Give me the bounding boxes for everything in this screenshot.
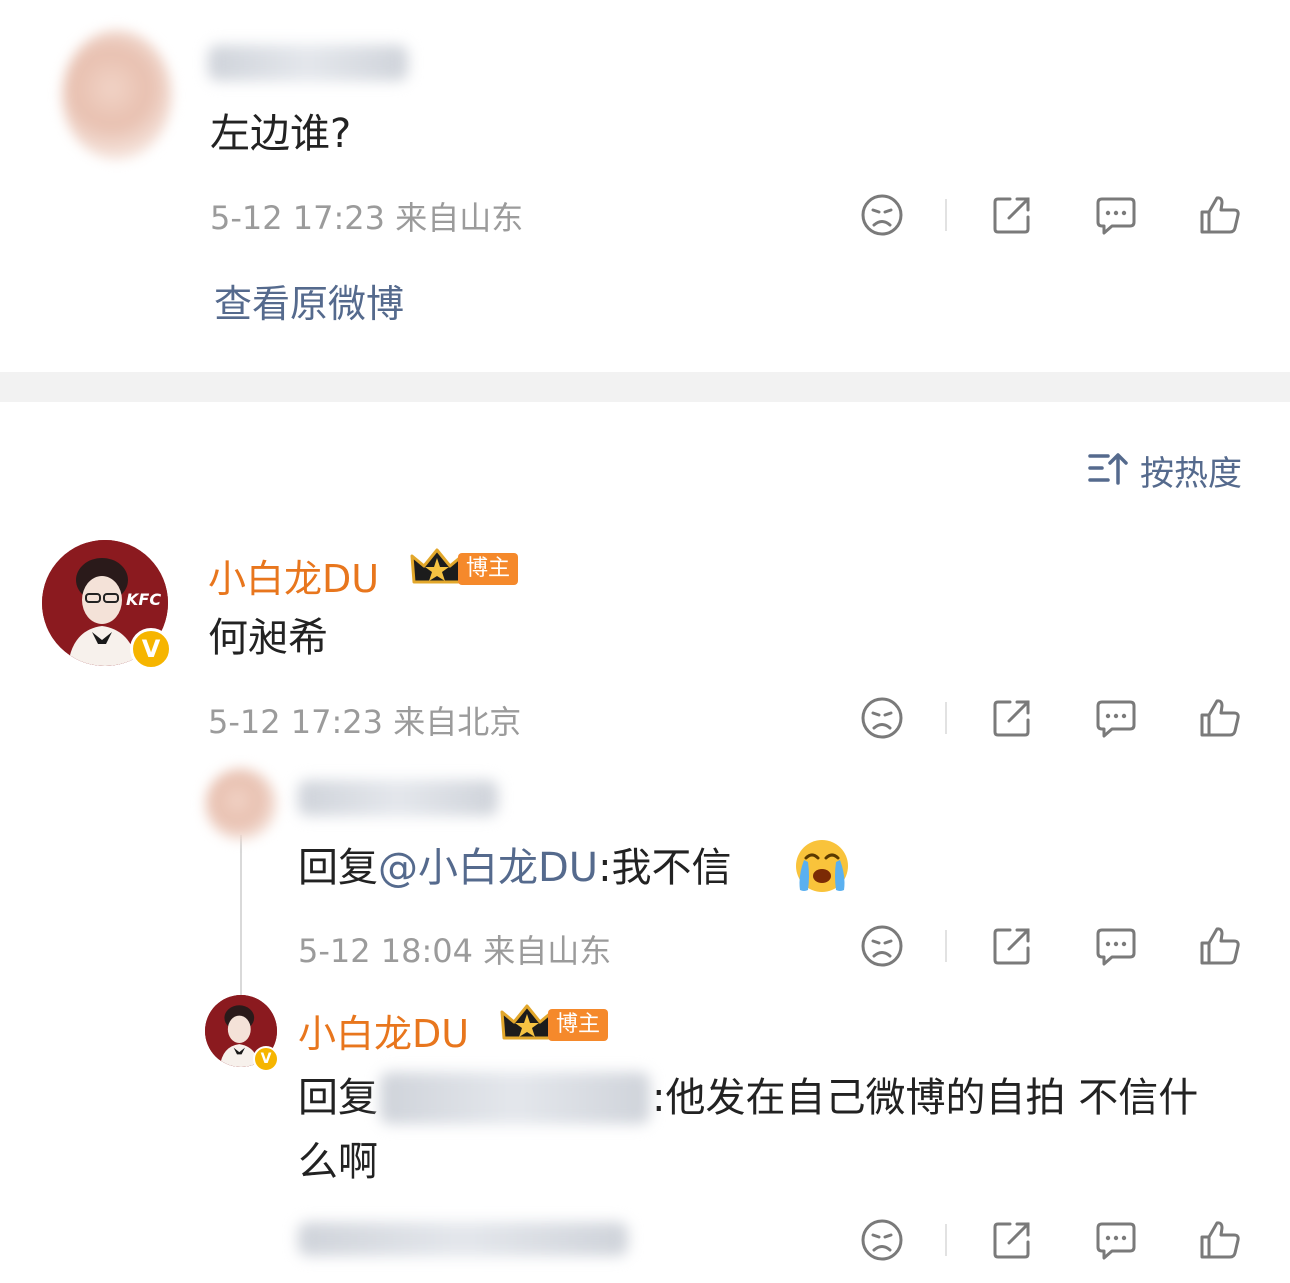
share-icon[interactable] — [990, 193, 1034, 237]
comment2-text: 何昶希 — [208, 615, 328, 661]
like-icon[interactable] — [1198, 924, 1242, 968]
reply2-prefix: 回复 — [298, 1075, 378, 1121]
comment2-meta: 5-12 17:23 来自北京 — [208, 703, 522, 741]
sad-face-icon[interactable] — [860, 924, 904, 968]
view-original-link[interactable]: 查看原微博 — [214, 273, 404, 328]
crown-icon — [410, 546, 464, 588]
reply1-username[interactable] — [298, 780, 498, 816]
like-icon[interactable] — [1198, 193, 1242, 237]
reply2-text-line2: 么啊 — [298, 1139, 378, 1185]
comment2-username[interactable]: 小白龙DU — [208, 548, 379, 603]
mention-link[interactable]: @小白龙DU — [378, 845, 598, 891]
section-separator — [0, 372, 1290, 402]
reply1-content: :我不信 — [598, 845, 732, 891]
comment-icon[interactable] — [1094, 924, 1138, 968]
like-icon[interactable] — [1198, 696, 1242, 740]
comment-icon[interactable] — [1094, 1218, 1138, 1262]
reply1-text: 回复@小白龙DU:我不信 — [298, 844, 732, 892]
action-divider — [945, 1224, 947, 1256]
share-icon[interactable] — [990, 696, 1034, 740]
share-icon[interactable] — [990, 924, 1034, 968]
share-icon[interactable] — [990, 1218, 1034, 1262]
like-icon[interactable] — [1198, 1218, 1242, 1262]
sort-icon[interactable] — [1088, 450, 1128, 486]
comment-icon[interactable] — [1094, 696, 1138, 740]
blogger-badge: 博主 — [458, 553, 519, 585]
blogger-badge: 博主 — [548, 1009, 609, 1041]
thread-line — [240, 835, 242, 1000]
reply-prefix: 回复 — [298, 845, 378, 891]
reply2-username[interactable]: 小白龙DU — [298, 1003, 469, 1058]
comment-icon[interactable] — [1094, 193, 1138, 237]
comment1-username[interactable] — [208, 45, 408, 81]
action-divider — [945, 702, 947, 734]
reply1-meta: 5-12 18:04 来自山东 — [298, 932, 612, 970]
reply2-mention-blurred[interactable] — [380, 1072, 650, 1124]
action-divider — [945, 199, 947, 231]
crying-emoji-icon — [792, 836, 852, 896]
sad-face-icon[interactable] — [860, 1218, 904, 1262]
reply2-text-line1: :他发在自己微博的自拍 不信什 — [652, 1075, 1199, 1121]
verified-badge-icon: V — [253, 1046, 279, 1072]
kfc-text: KFC — [126, 590, 162, 609]
comment1-text: 左边谁? — [210, 111, 352, 157]
sad-face-icon[interactable] — [860, 193, 904, 237]
verified-badge-icon: V — [130, 628, 172, 670]
reply1-avatar[interactable] — [205, 768, 277, 840]
crown-icon — [500, 1002, 554, 1044]
comment1-avatar[interactable] — [62, 30, 172, 160]
sort-label[interactable]: 按热度 — [1140, 446, 1242, 495]
sad-face-icon[interactable] — [860, 696, 904, 740]
comment1-meta: 5-12 17:23 来自山东 — [210, 199, 524, 237]
reply2-meta-blurred — [298, 1222, 628, 1256]
action-divider — [945, 930, 947, 962]
